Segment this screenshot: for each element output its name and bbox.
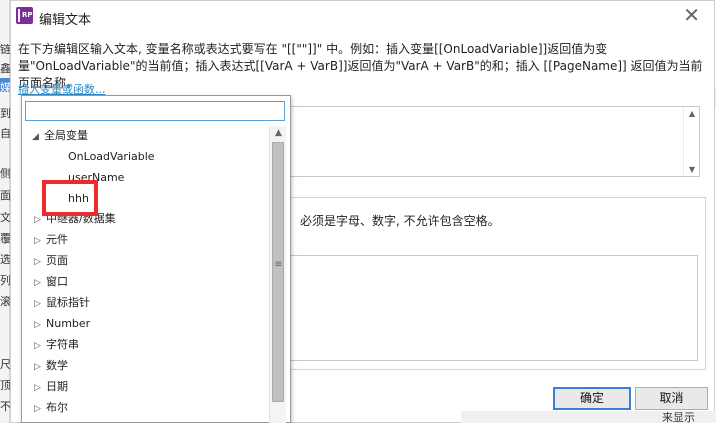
tree-node-label: 字符串 (46, 338, 79, 351)
tree-node-string[interactable]: ▷ 字符串 (34, 336, 79, 354)
scroll-up-icon[interactable]: ▲ (689, 109, 695, 118)
tree-node-variable[interactable]: OnLoadVariable (68, 148, 155, 166)
tree-node-label: 数学 (46, 359, 68, 372)
tree-node-label: 鼠标指针 (46, 296, 90, 309)
search-input[interactable] (25, 101, 285, 121)
background-label: 文 (0, 212, 10, 224)
background-label: 列 (0, 275, 10, 287)
background-label: 侧 (0, 168, 10, 180)
expand-triangle-icon[interactable]: ▷ (34, 295, 46, 313)
background-label: 滚 (0, 296, 10, 308)
tree-node-label: 全局变量 (44, 129, 88, 142)
scrollbar-thumb[interactable]: ≡ (272, 142, 284, 402)
popup-scrollbar[interactable]: ▲ ≡ (269, 126, 286, 423)
variable-name-hint: 必须是字母、数字, 不允许包含空格。 (300, 214, 500, 228)
expand-triangle-icon[interactable]: ▷ (34, 274, 46, 292)
background-label: 选 (0, 254, 10, 266)
tree-node-page[interactable]: ▷ 页面 (34, 252, 68, 270)
local-variables-list[interactable] (281, 255, 698, 361)
expand-triangle-icon[interactable]: ▷ (34, 358, 46, 376)
collapse-triangle-icon[interactable]: ◢ (32, 128, 44, 146)
background-label: 链 (0, 44, 10, 56)
expand-triangle-icon[interactable]: ▷ (34, 379, 46, 397)
background-label: 不 (0, 401, 10, 413)
axure-rp-icon: RP (16, 7, 33, 24)
tree-node-number[interactable]: ▷ Number (34, 315, 90, 333)
background-label: 面 (0, 190, 10, 202)
app-icon-label: RP (22, 11, 33, 19)
close-icon[interactable]: ✕ (683, 5, 700, 25)
dialog-titlebar[interactable]: RP 编辑文本 ✕ (11, 1, 714, 33)
tree-node-label: 布尔 (46, 401, 68, 414)
ok-button[interactable]: 确定 (553, 387, 631, 410)
background-label: 覆 (0, 233, 10, 245)
expand-triangle-icon[interactable]: ▷ (34, 400, 46, 418)
variable-function-popup: ◢ 全局变量 OnLoadVariable userName hhh ▷ 中继器/数… (21, 95, 291, 423)
tree-node-date[interactable]: ▷ 日期 (34, 378, 68, 396)
dialog-title: 编辑文本 (39, 13, 92, 28)
expand-triangle-icon[interactable]: ▷ (34, 337, 46, 355)
background-label: 尺 (0, 359, 10, 371)
tree-node-math[interactable]: ▷ 数学 (34, 357, 68, 375)
background-label: 顶 (0, 380, 10, 392)
editor-scrollbar[interactable]: ▲ ▼ (683, 107, 699, 176)
scroll-down-icon[interactable]: ▼ (689, 165, 695, 174)
expand-triangle-icon[interactable]: ▷ (34, 253, 46, 271)
tree-node-window[interactable]: ▷ 窗口 (34, 273, 68, 291)
dialog-description: 在下方编辑区输入文本, 变量名称或表达式要写在 "[[""]]" 中。例如：插入… (18, 42, 703, 90)
tree-node-boolean[interactable]: ▷ 布尔 (34, 399, 68, 417)
background-label: 自 (0, 128, 10, 140)
tree-node-global-variables[interactable]: ◢ 全局变量 (32, 127, 88, 145)
tree-node-label: 页面 (46, 254, 68, 267)
annotation-highlight-box (42, 180, 98, 216)
background-label: 到 (0, 108, 10, 120)
expand-triangle-icon[interactable]: ▷ (34, 232, 46, 250)
background-label: 媒 (0, 82, 10, 94)
tree-node-label: OnLoadVariable (68, 150, 155, 163)
expand-triangle-icon[interactable]: ▷ (34, 316, 46, 334)
tree-node-label: Number (46, 317, 91, 330)
tree-node-label: 窗口 (46, 275, 68, 288)
tree-node-widget[interactable]: ▷ 元件 (34, 231, 68, 249)
tree-node-label: 日期 (46, 380, 68, 393)
background-label: 鑫 (0, 63, 10, 75)
scroll-up-icon[interactable]: ▲ (270, 128, 287, 138)
grip-icon: ≡ (274, 259, 283, 270)
tree-node-cursor[interactable]: ▷ 鼠标指针 (34, 294, 90, 312)
background-bottom-label: 来显示 (662, 411, 695, 423)
cancel-button[interactable]: 取消 (635, 387, 708, 410)
tree-node-label: 元件 (46, 233, 68, 246)
